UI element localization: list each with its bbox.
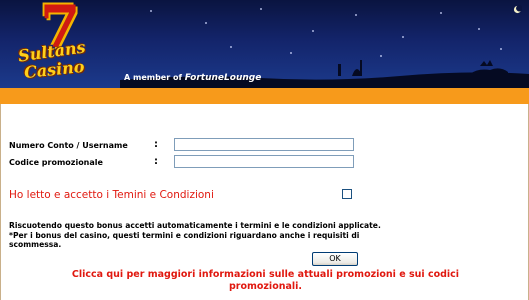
member-prefix: A member of [124,73,182,82]
member-of-text: A member of FortuneLounge [124,73,261,83]
terms-checkbox[interactable] [342,189,352,199]
bonus-note-line-2: *Per i bonus del casino, questi termini … [9,231,360,240]
account-label: Numero Conto / Username [9,141,128,150]
promo-code-label: Codice promozionale [9,158,103,167]
bonus-note-line-1: Riscuotendo questo bonus accetti automat… [9,221,381,230]
terms-label: Ho letto e accetto i Temini e Condizioni [9,189,214,201]
bonus-note-line-3: scommessa. [9,240,62,249]
account-username-input[interactable] [174,138,354,151]
sultans-casino-logo[interactable]: 7 Sultans Casino [2,0,120,88]
promo-code-colon: : [154,156,158,167]
logo-word-casino: Casino [23,56,86,83]
fortune-lounge-brand: FortuneLounge [184,73,262,83]
promotions-link-line-1[interactable]: Clicca qui per maggiori informazioni sul… [1,269,529,280]
bonus-form: Numero Conto / Username : Codice promozi… [0,104,529,300]
ok-button[interactable]: OK [312,252,358,266]
orange-separator-bar [0,88,529,104]
moon-icon [513,5,522,14]
promo-code-input[interactable] [174,155,354,168]
account-colon: : [154,139,158,150]
header-banner: 7 Sultans Casino A member of FortuneLoun… [0,0,529,88]
promotions-link-line-2[interactable]: promozionali. [1,281,529,292]
